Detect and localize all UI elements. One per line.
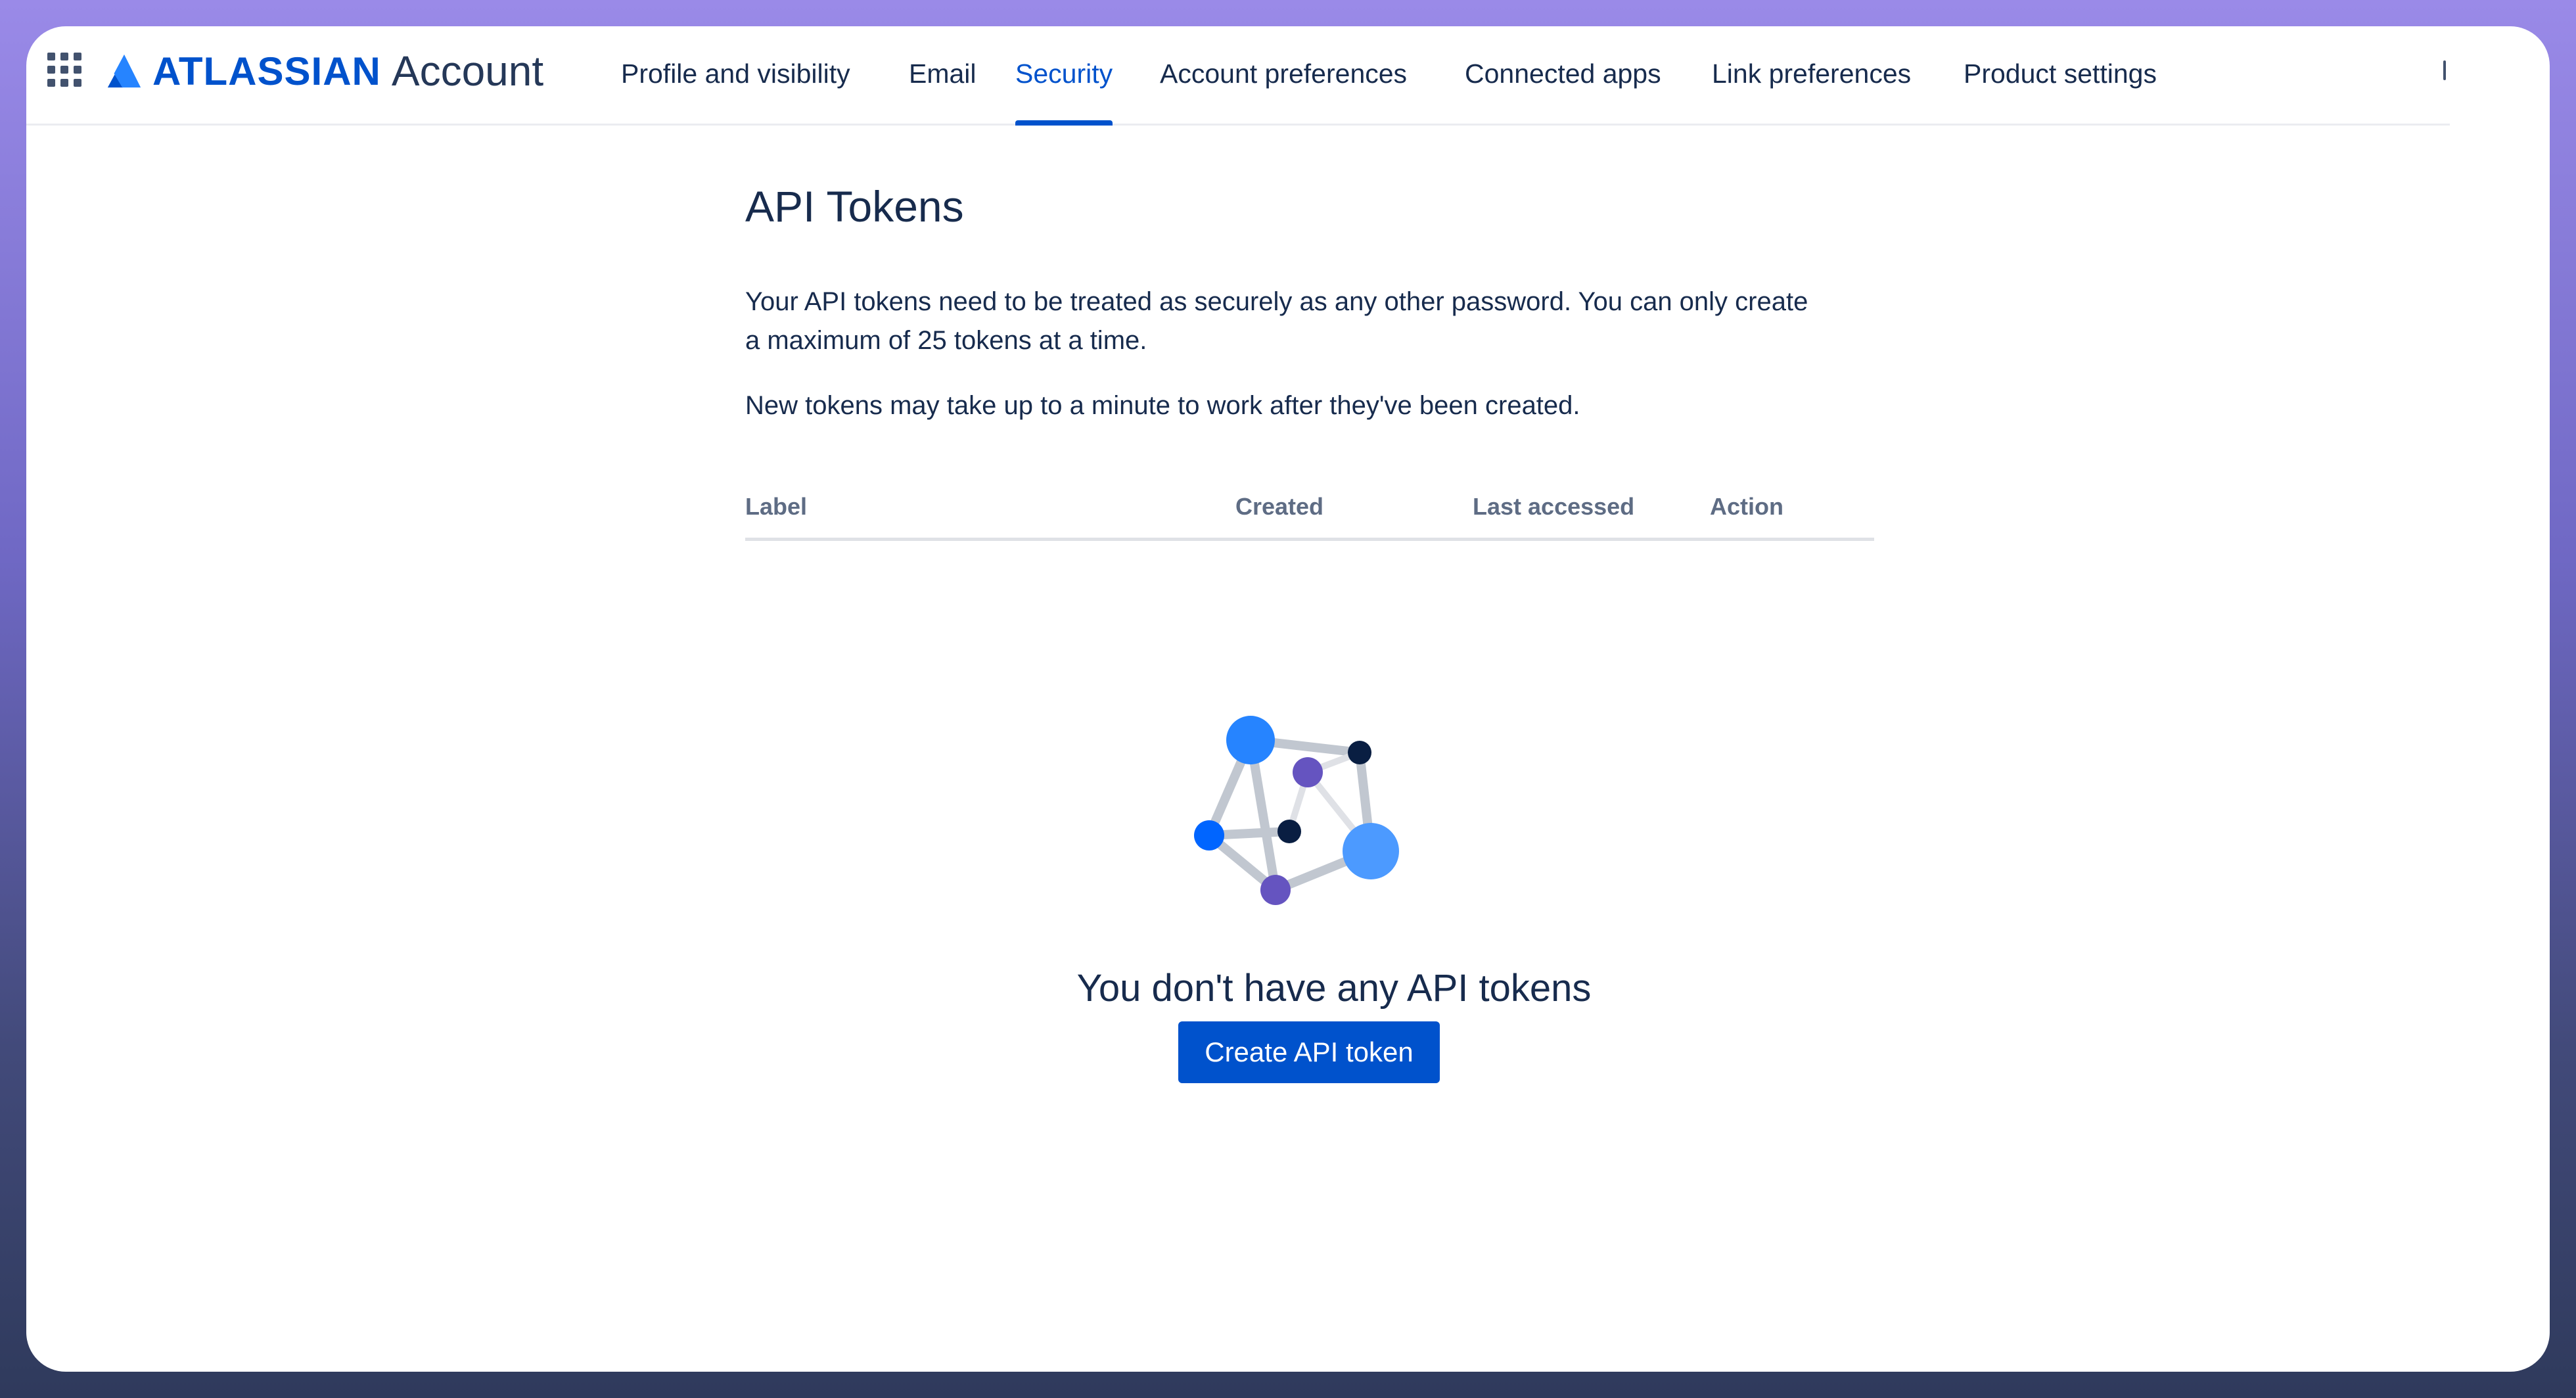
top-navigation: ATLASSIAN Account Profile and visibility… <box>26 26 2450 126</box>
column-action: Action <box>1710 493 1783 520</box>
column-created[interactable]: Created <box>1235 493 1323 521</box>
product-name: Account <box>391 47 544 95</box>
atlassian-logo-icon <box>107 54 141 88</box>
nav-link-preferences[interactable]: Link preferences <box>1712 26 1911 124</box>
overflow-edge-icon <box>2443 60 2446 80</box>
browser-window: ATLASSIAN Account Profile and visibility… <box>26 26 2550 1372</box>
page-title: API Tokens <box>745 182 964 231</box>
brand-name: ATLASSIAN <box>152 49 381 93</box>
column-last-accessed[interactable]: Last accessed <box>1473 493 1634 521</box>
token-description: Your API tokens need to be treated as se… <box>745 287 1808 355</box>
nav-email[interactable]: Email <box>909 26 977 124</box>
nav-account-preferences[interactable]: Account preferences <box>1160 26 1407 124</box>
empty-state-message: You don't have any API tokens <box>1076 967 1592 1010</box>
tokens-table-header: Label Created Last accessed Action <box>745 493 1874 541</box>
token-note: New tokens may take up to a minute to wo… <box>745 391 1580 420</box>
nav-security[interactable]: Security <box>1015 26 1113 126</box>
nav-profile-and-visibility[interactable]: Profile and visibility <box>621 26 850 124</box>
token-network-illustration <box>1194 716 1399 905</box>
app-switcher-icon[interactable] <box>47 53 81 87</box>
column-label[interactable]: Label <box>745 493 807 521</box>
nav-connected-apps[interactable]: Connected apps <box>1465 26 1661 124</box>
nav-product-settings[interactable]: Product settings <box>1964 26 2157 124</box>
atlassian-account-logo[interactable]: ATLASSIAN Account <box>105 46 543 96</box>
create-api-token-button[interactable]: Create API token <box>1178 1021 1440 1083</box>
